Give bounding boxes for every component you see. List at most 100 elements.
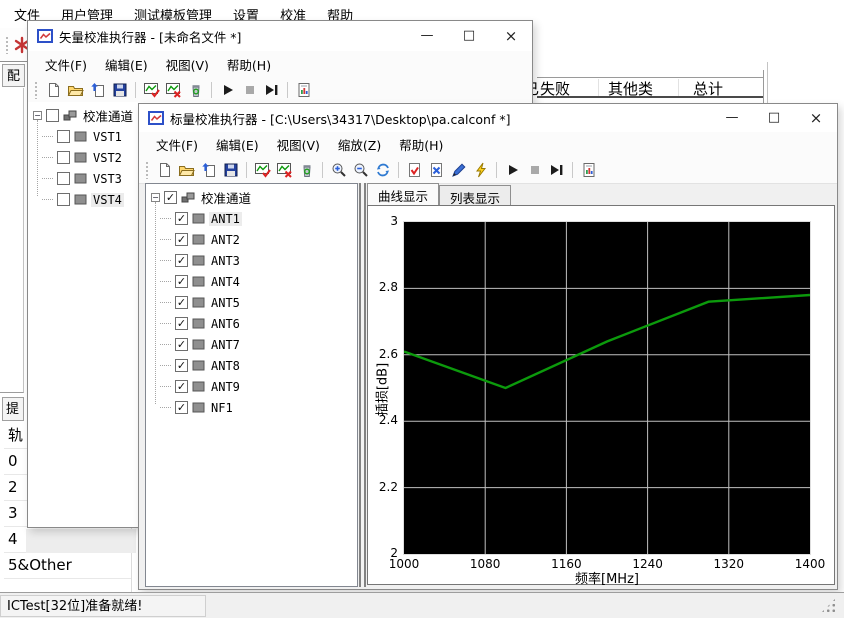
list-item[interactable]: 5&Other — [4, 553, 131, 579]
collapse-icon[interactable]: − — [33, 111, 42, 120]
maximize-button[interactable]: □ — [753, 104, 795, 132]
doc-x-icon[interactable] — [427, 160, 446, 180]
checkbox-checked[interactable]: ✓ — [175, 380, 188, 393]
tree-item-label[interactable]: VST4 — [91, 193, 124, 207]
chart-x-icon[interactable] — [275, 160, 294, 180]
save-icon[interactable] — [110, 80, 129, 100]
report-icon[interactable] — [294, 80, 313, 100]
checkbox-checked[interactable]: ✓ — [164, 191, 177, 204]
pen-icon[interactable] — [449, 160, 468, 180]
checkbox-checked[interactable]: ✓ — [175, 254, 188, 267]
tab-list-display[interactable]: 列表显示 — [439, 185, 511, 205]
chart-check-icon[interactable] — [142, 80, 161, 100]
tree-item-label[interactable]: ANT4 — [209, 275, 242, 289]
toolbar-gripper[interactable] — [34, 81, 38, 99]
menu-help[interactable]: 帮助(H) — [390, 135, 452, 154]
maximize-button[interactable]: □ — [448, 21, 490, 51]
tree-item-label[interactable]: VST3 — [91, 172, 124, 186]
menu-zoom[interactable]: 缩放(Z) — [329, 135, 390, 154]
step-icon[interactable] — [547, 160, 566, 180]
import-file-icon[interactable] — [199, 160, 218, 180]
tree-item[interactable]: ✓ ANT2 — [151, 229, 357, 250]
tree-item[interactable]: ✓ ANT6 — [151, 313, 357, 334]
tab-hint[interactable]: 提 — [2, 397, 24, 421]
close-button[interactable]: × — [795, 104, 837, 132]
open-file-icon[interactable] — [66, 80, 85, 100]
tree-item-label[interactable]: VST1 — [91, 130, 124, 144]
menu-edit[interactable]: 编辑(E) — [207, 135, 268, 154]
collapse-icon[interactable]: − — [151, 193, 160, 202]
tree-item-label[interactable]: ANT9 — [209, 380, 242, 394]
open-file-icon[interactable] — [177, 160, 196, 180]
panel-splitter[interactable] — [359, 183, 366, 587]
step-icon[interactable] — [262, 80, 281, 100]
recycle-icon[interactable] — [297, 160, 316, 180]
new-file-icon[interactable] — [155, 160, 174, 180]
lightning-icon[interactable] — [471, 160, 490, 180]
checkbox-checked[interactable]: ✓ — [175, 338, 188, 351]
toolbar-gripper[interactable] — [5, 36, 9, 54]
checkbox-unchecked[interactable] — [57, 151, 70, 164]
tree-item[interactable]: ✓ ANT9 — [151, 376, 357, 397]
checkbox-unchecked[interactable] — [57, 172, 70, 185]
report-icon[interactable] — [579, 160, 598, 180]
checkbox-checked[interactable]: ✓ — [175, 233, 188, 246]
checkbox-checked[interactable]: ✓ — [175, 401, 188, 414]
tree-item-label[interactable]: NF1 — [209, 401, 235, 415]
minimize-button[interactable]: — — [406, 21, 448, 51]
tree-item-label[interactable]: ANT1 — [209, 212, 242, 226]
tree-item-label[interactable]: VST2 — [91, 151, 124, 165]
menu-file[interactable]: 文件(F) — [147, 135, 207, 154]
scalar-titlebar[interactable]: 标量校准执行器 - [C:\Users\34317\Desktop\pa.cal… — [139, 104, 837, 132]
zoom-in-icon[interactable] — [329, 160, 348, 180]
menu-view[interactable]: 视图(V) — [157, 55, 218, 74]
toolbar-gripper[interactable] — [145, 161, 149, 179]
menu-edit[interactable]: 编辑(E) — [96, 55, 157, 74]
import-file-icon[interactable] — [88, 80, 107, 100]
tree-item[interactable]: ✓ ANT4 — [151, 271, 357, 292]
resize-grip[interactable] — [820, 597, 837, 614]
tree-item-label[interactable]: ANT6 — [209, 317, 242, 331]
tree-item[interactable]: ✓ ANT7 — [151, 334, 357, 355]
menu-file[interactable]: 文件(F) — [36, 55, 96, 74]
tab-config[interactable]: 配 — [2, 64, 25, 87]
chart-plot-area[interactable] — [404, 222, 810, 554]
tree-root-label[interactable]: 校准通道 — [199, 188, 253, 207]
tab-curve-display[interactable]: 曲线显示 — [367, 183, 439, 205]
tree-item-label[interactable]: ANT2 — [209, 233, 242, 247]
tree-item[interactable]: ✓ ANT3 — [151, 250, 357, 271]
tree-item[interactable]: ✓ ANT5 — [151, 292, 357, 313]
tree-item-label[interactable]: ANT7 — [209, 338, 242, 352]
tree-item[interactable]: ✓ NF1 — [151, 397, 357, 418]
tree-root-row[interactable]: − ✓ 校准通道 — [151, 187, 357, 208]
minimize-button[interactable]: — — [711, 104, 753, 132]
checkbox-checked[interactable]: ✓ — [175, 317, 188, 330]
tree-item[interactable]: ✓ ANT8 — [151, 355, 357, 376]
menu-view[interactable]: 视图(V) — [268, 135, 329, 154]
checkbox-checked[interactable]: ✓ — [175, 296, 188, 309]
stop-icon[interactable] — [525, 160, 544, 180]
checkbox-unchecked[interactable] — [46, 109, 59, 122]
recycle-icon[interactable] — [186, 80, 205, 100]
menu-help[interactable]: 帮助(H) — [218, 55, 280, 74]
chart-x-icon[interactable] — [164, 80, 183, 100]
checkbox-checked[interactable]: ✓ — [175, 212, 188, 225]
doc-check-icon[interactable] — [405, 160, 424, 180]
close-button[interactable]: × — [490, 21, 532, 51]
vector-titlebar[interactable]: 矢量校准执行器 - [未命名文件 *] — □ × — [28, 21, 532, 51]
chart-check-icon[interactable] — [253, 160, 272, 180]
tree-item-label[interactable]: ANT8 — [209, 359, 242, 373]
play-icon[interactable] — [503, 160, 522, 180]
checkbox-unchecked[interactable] — [57, 130, 70, 143]
tree-item-label[interactable]: ANT3 — [209, 254, 242, 268]
new-file-icon[interactable] — [44, 80, 63, 100]
refresh-icon[interactable] — [373, 160, 392, 180]
checkbox-checked[interactable]: ✓ — [175, 275, 188, 288]
tree-item-label[interactable]: ANT5 — [209, 296, 242, 310]
tree-root-label[interactable]: 校准通道 — [81, 106, 135, 125]
zoom-out-icon[interactable] — [351, 160, 370, 180]
checkbox-unchecked[interactable] — [57, 193, 70, 206]
checkbox-checked[interactable]: ✓ — [175, 359, 188, 372]
stop-icon[interactable] — [240, 80, 259, 100]
save-icon[interactable] — [221, 160, 240, 180]
